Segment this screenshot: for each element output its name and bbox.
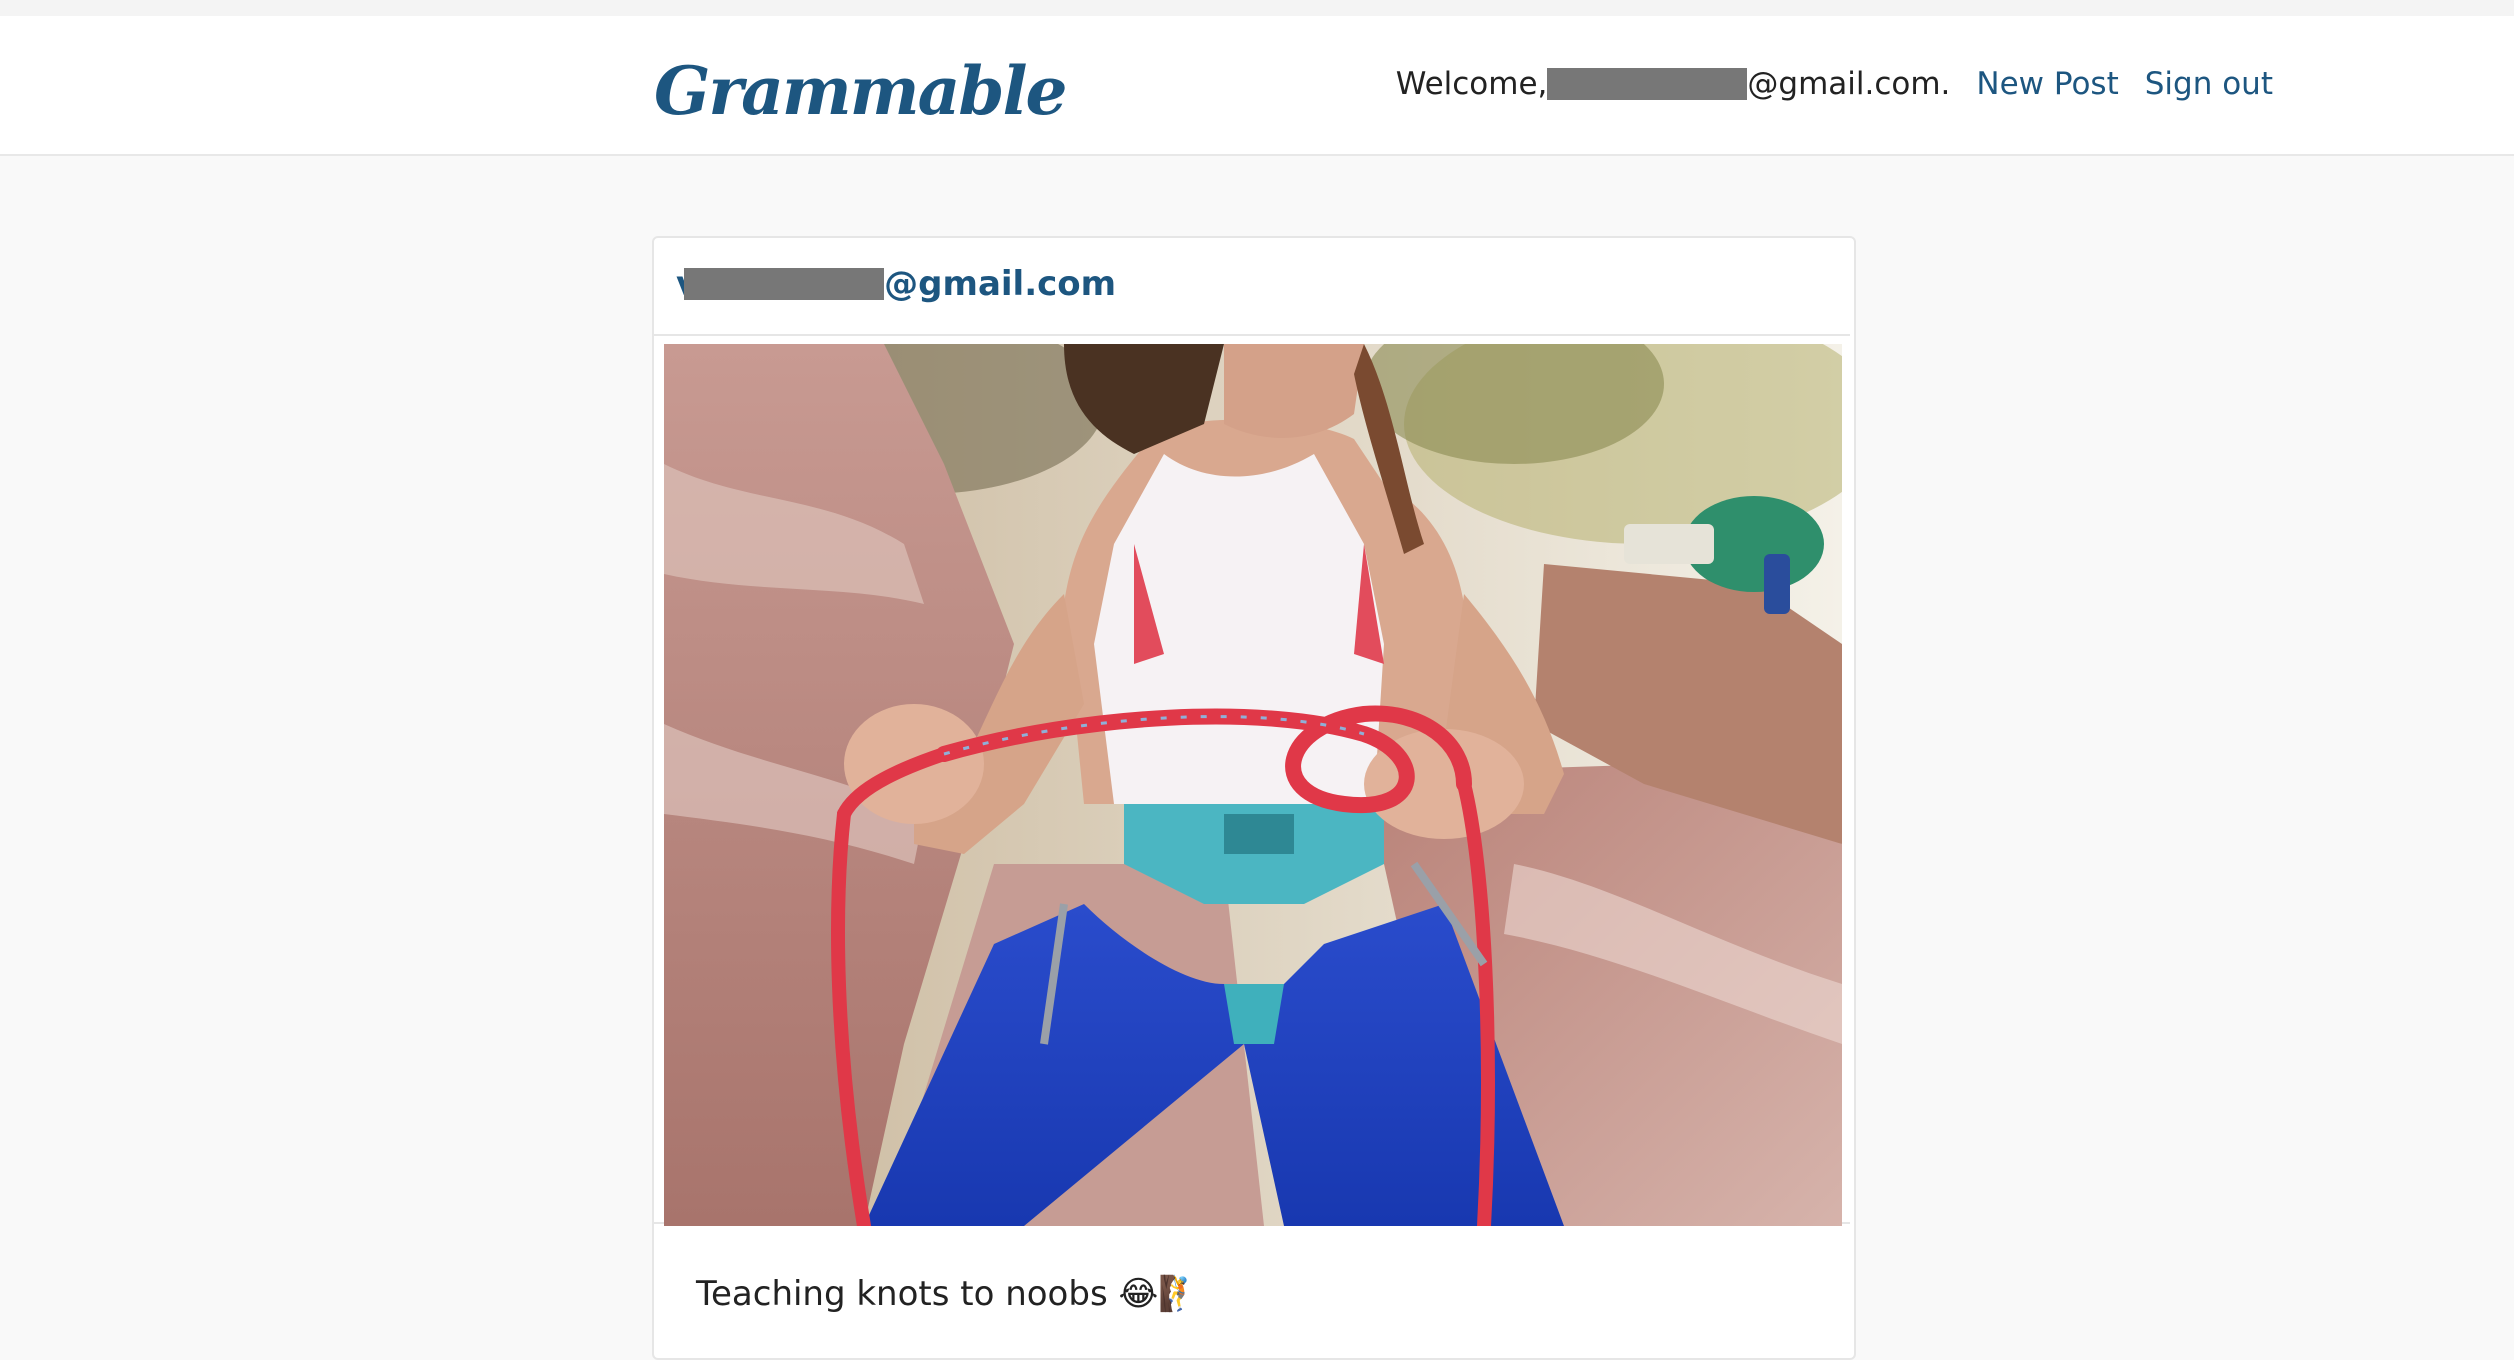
redacted-author-block	[684, 268, 885, 300]
post-image-frame	[654, 334, 1850, 1226]
redacted-email-block	[1547, 68, 1748, 100]
welcome-prefix: Welcome,	[1395, 66, 1548, 102]
welcome-message: Welcome, @gmail.com.	[1396, 66, 1951, 102]
nav-right: Welcome, @gmail.com. New Post Sign out	[1396, 66, 2273, 102]
post-image[interactable]	[664, 344, 1842, 1226]
post-caption: Teaching knots to noobs 😂🧗	[696, 1274, 1201, 1314]
browser-top-strip	[0, 0, 2514, 16]
welcome-suffix: @gmail.com.	[1747, 66, 1951, 102]
navbar: Grammable Welcome, @gmail.com. New Post …	[0, 16, 2514, 156]
post-author[interactable]: v @gmail.com	[676, 264, 1116, 304]
sign-out-link[interactable]: Sign out	[2145, 66, 2273, 102]
app-logo[interactable]: Grammable	[654, 52, 1068, 130]
post-card: v @gmail.com	[652, 236, 1856, 1360]
new-post-link[interactable]: New Post	[1976, 66, 2118, 102]
post-author-suffix: @gmail.com	[884, 264, 1117, 304]
